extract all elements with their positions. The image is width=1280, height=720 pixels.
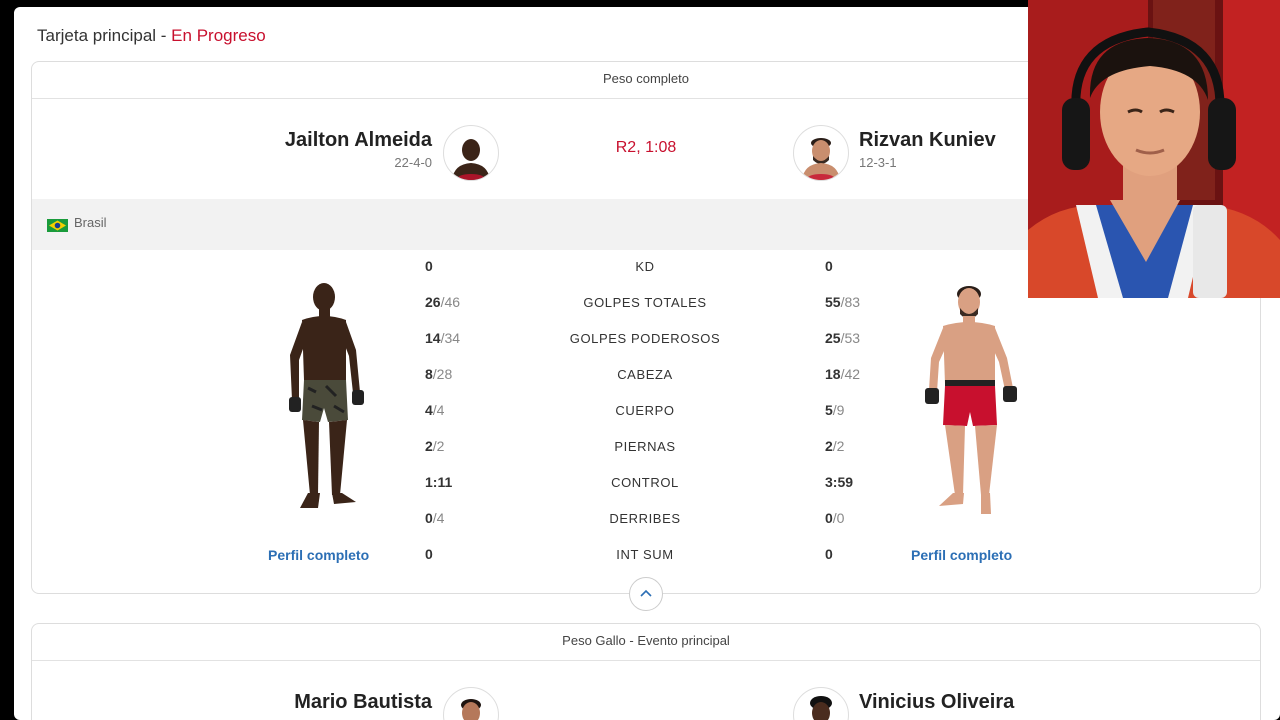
stat-label: DERRIBES <box>609 511 681 526</box>
right-stat-value: 2/2 <box>825 438 845 454</box>
right-fighter-name[interactable]: Rizvan Kuniev <box>859 129 996 152</box>
stat-row-head: 8/28 CABEZA 18/42 <box>32 366 1260 386</box>
left-stat-value: 26/46 <box>425 294 461 310</box>
right-stat-value: 3:59 <box>825 474 854 490</box>
stat-row-body: 4/4 CUERPO 5/9 <box>32 402 1260 422</box>
brazil-flag-icon <box>47 219 68 232</box>
collapse-button[interactable] <box>629 577 663 611</box>
right-stat-value: 5/9 <box>825 402 845 418</box>
stat-row-legs: 2/2 PIERNAS 2/2 <box>32 438 1260 458</box>
left-stat-value: 8/28 <box>425 366 453 382</box>
stat-label: PIERNAS <box>614 439 676 454</box>
right-stat-value: 0 <box>825 258 833 274</box>
right-fighter-record: 12-3-1 <box>859 155 897 170</box>
right-fighter-name[interactable]: Vinicius Oliveira <box>859 691 1014 714</box>
card-header: Tarjeta principal - En Progreso <box>37 26 266 46</box>
left-fighter-country: Brasil <box>74 215 107 230</box>
stat-label: GOLPES PODEROSOS <box>569 331 721 346</box>
stat-label: INT SUM <box>616 547 674 562</box>
left-stat-value: 0/4 <box>425 510 445 526</box>
chevron-up-icon <box>640 589 652 597</box>
stat-label: KD <box>635 259 655 274</box>
webcam-overlay <box>1028 0 1280 298</box>
card-label: Tarjeta principal <box>37 26 157 45</box>
right-stat-value: 18/42 <box>825 366 861 382</box>
header-separator: - <box>156 26 172 45</box>
right-fighter-avatar[interactable] <box>793 687 849 720</box>
stat-row-takedowns: 0/4 DERRIBES 0/0 <box>32 510 1260 530</box>
left-stat-value: 14/34 <box>425 330 461 346</box>
left-fighter-avatar[interactable] <box>443 687 499 720</box>
right-stat-value: 55/83 <box>825 294 861 310</box>
left-stat-value: 4/4 <box>425 402 445 418</box>
bout-card[interactable]: Peso Gallo - Evento principal Mario Baut… <box>31 623 1261 720</box>
right-stat-value: 25/53 <box>825 330 861 346</box>
left-fighter-record: 22-4-0 <box>394 155 432 170</box>
card-status: En Progreso <box>171 26 266 45</box>
stat-label: CONTROL <box>611 475 679 490</box>
right-stat-value: 0 <box>825 546 833 562</box>
stat-row-submissions: 0 INT SUM 0 <box>32 546 1260 566</box>
left-stat-value: 0 <box>425 258 433 274</box>
left-fighter-name[interactable]: Mario Bautista <box>294 691 432 714</box>
stat-label: GOLPES TOTALES <box>583 295 707 310</box>
left-profile-link[interactable]: Perfil completo <box>268 547 369 563</box>
stat-row-control: 1:11 CONTROL 3:59 <box>32 474 1260 494</box>
weight-class: Peso Gallo - Evento principal <box>32 624 1260 661</box>
stat-label: CUERPO <box>615 403 675 418</box>
stat-label: CABEZA <box>617 367 673 382</box>
left-stat-value: 1:11 <box>425 474 453 490</box>
right-profile-link[interactable]: Perfil completo <box>911 547 1012 563</box>
right-fighter-avatar[interactable] <box>793 125 849 181</box>
stat-row-power-strikes: 14/34 GOLPES PODEROSOS 25/53 <box>32 330 1260 350</box>
left-stat-value: 0 <box>425 546 433 562</box>
left-stat-value: 2/2 <box>425 438 445 454</box>
right-stat-value: 0/0 <box>825 510 845 526</box>
